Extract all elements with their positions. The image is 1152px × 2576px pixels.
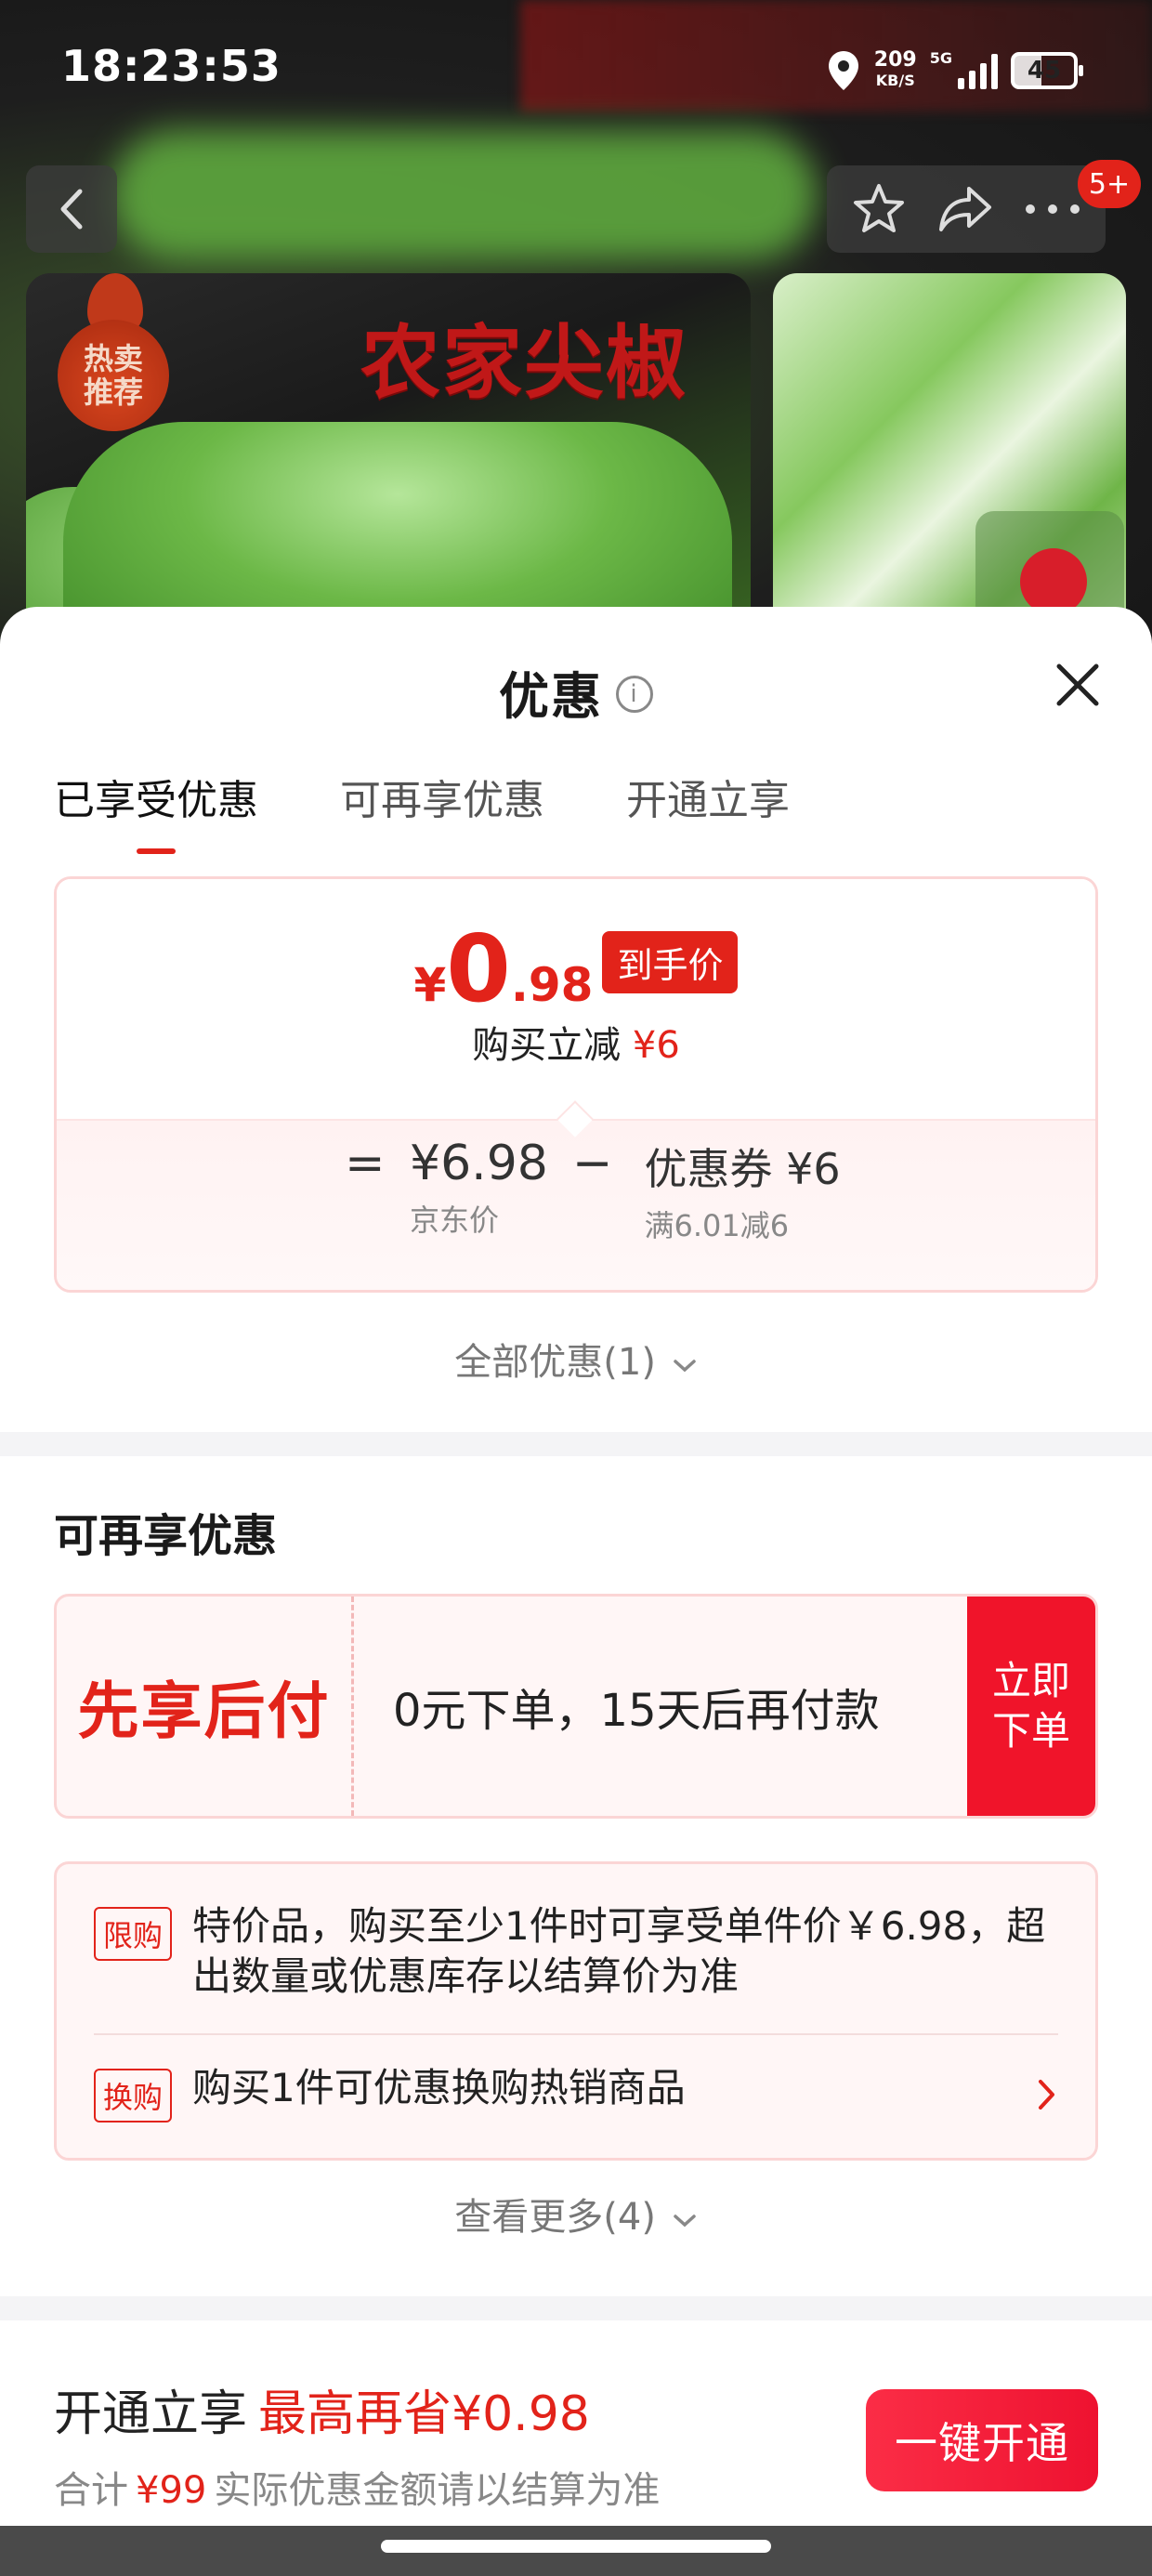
chevron-right-icon [1039, 2080, 1054, 2109]
rule-limit: 限购 特价品，购买至少1件时可享受单件价￥6.98，超出数量或优惠库存以结算价为… [94, 1901, 1058, 2002]
tab-open-enjoy[interactable]: 开通立享 [626, 767, 790, 826]
product-image-main[interactable]: 热卖推荐 农家尖椒 [26, 273, 751, 664]
all-deals-toggle[interactable]: 全部优惠(1) [0, 1332, 1152, 1386]
back-button[interactable] [26, 165, 117, 253]
status-bar: 18:23:53 209 KB/S 5G 45 [0, 0, 1152, 139]
price-card: ¥0.98 到手价 购买立减 ¥6 = ¥6.98 京东价 − 优惠券 ¥6 满6… [54, 876, 1098, 1293]
tab-enjoyed[interactable]: 已享受优惠 [54, 767, 258, 854]
price-tag-badge: 到手价 [602, 931, 739, 993]
final-price: ¥0.98 到手价 [57, 914, 1095, 1023]
discount-sheet: 优惠 i 已享受优惠 可再享优惠 开通立享 ¥0.98 到手价 购买立减 ¥6 = … [0, 607, 1152, 2576]
star-icon[interactable] [850, 180, 908, 238]
tab-more-deals[interactable]: 可再享优惠 [340, 767, 544, 826]
status-time: 18:23:53 [61, 41, 281, 91]
net-speed: 209 KB/S [873, 48, 917, 90]
info-icon[interactable]: i [616, 676, 653, 714]
home-indicator[interactable] [381, 2540, 771, 2553]
rule-text: 购买1件可优惠换购热销商品 [192, 2065, 686, 2110]
notification-badge: 5+ [1078, 160, 1141, 208]
signal-icon [958, 52, 998, 89]
rule-tag: 换购 [94, 2069, 173, 2123]
rule-text: 特价品，购买至少1件时可享受单件价￥6.98，超出数量或优惠库存以结算价为准 [192, 1903, 1046, 1999]
chevron-down-icon [673, 1360, 696, 1373]
bnpl-card: 先享后付 0元下单，15天后再付款 立即下单 [54, 1594, 1098, 1819]
bnpl-order-button[interactable]: 立即下单 [967, 1597, 1095, 1816]
jd-price: ¥6.98 [410, 1136, 548, 1191]
price-formula: = ¥6.98 京东价 − 优惠券 ¥6 满6.01减6 [345, 1136, 841, 1243]
close-icon[interactable] [1052, 659, 1104, 711]
battery-icon: 45 [1011, 52, 1083, 89]
tab-bar: 已享受优惠 可再享优惠 开通立享 [54, 767, 790, 854]
reduce-line: 购买立减 ¥6 [472, 1024, 680, 1067]
bnpl-title: 先享后付 [57, 1597, 354, 1816]
nav-actions [827, 165, 1106, 253]
chevron-down-icon [673, 2215, 696, 2228]
bnpl-desc: 0元下单，15天后再付款 [393, 1685, 880, 1737]
more-icon[interactable] [1023, 200, 1082, 218]
total-note: 合计 ¥99 实际优惠金额请以结算为准 [54, 2469, 661, 2512]
jd-price-label: 京东价 [410, 1203, 500, 1238]
section-title: 可再享优惠 [54, 1510, 278, 1562]
rule-tag: 限购 [94, 1907, 173, 1961]
share-icon[interactable] [936, 183, 995, 235]
product-image-title: 农家尖椒 [360, 316, 687, 410]
rules-card: 限购 特价品，购买至少1件时可享受单件价￥6.98，超出数量或优惠库存以结算价为… [54, 1861, 1098, 2161]
rule-exchange[interactable]: 换购 购买1件可优惠换购热销商品 [94, 2063, 1058, 2123]
hot-badge: 热卖推荐 [58, 320, 169, 431]
sheet-title: 优惠 i [0, 655, 1152, 729]
see-more-toggle[interactable]: 查看更多(4) [0, 2187, 1152, 2241]
play-icon [1020, 548, 1087, 615]
coupon-amount: 优惠券 ¥6 [644, 1144, 841, 1194]
one-click-open-button[interactable]: 一键开通 [866, 2389, 1098, 2491]
membership-offer: 开通立享 最高再省¥0.98 [54, 2386, 590, 2442]
coupon-condition: 满6.01减6 [644, 1208, 790, 1243]
location-icon [828, 51, 858, 90]
network-type: 5G [929, 48, 952, 67]
chevron-left-icon [60, 189, 83, 230]
